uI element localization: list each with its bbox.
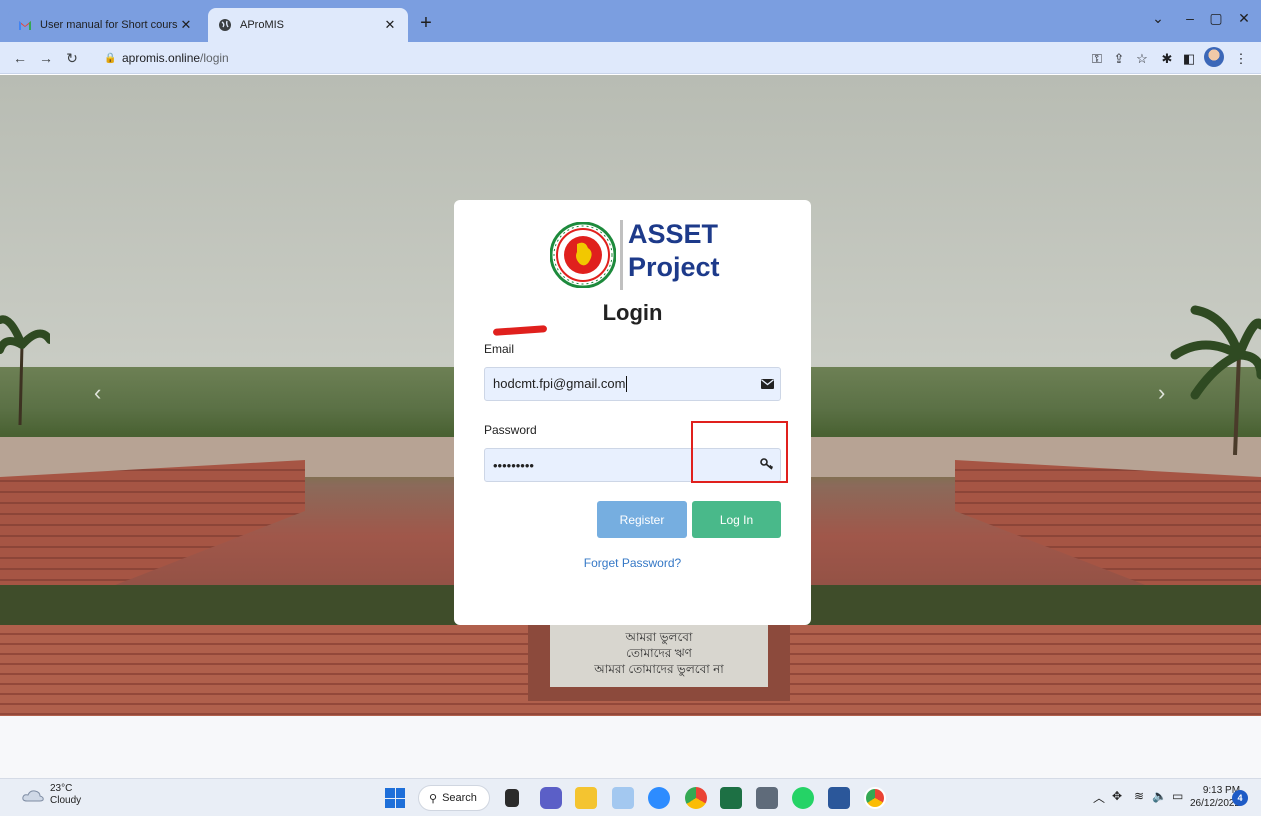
back-icon[interactable]: ← bbox=[10, 48, 30, 68]
tab-title: AProMIS bbox=[240, 19, 285, 31]
text-caret bbox=[626, 376, 628, 393]
share-icon[interactable]: ⇪ bbox=[1110, 50, 1128, 68]
carousel-next-icon[interactable]: › bbox=[1158, 380, 1165, 406]
email-value: hodcmt.fpi@gmail.com bbox=[493, 375, 626, 391]
dropbox-icon[interactable]: ✥ bbox=[1112, 789, 1122, 803]
logo-text-project: Project bbox=[628, 252, 720, 282]
excel-icon[interactable] bbox=[720, 787, 742, 809]
government-seal-icon bbox=[550, 222, 616, 288]
envelope-icon bbox=[754, 377, 780, 392]
page-title: Login bbox=[602, 300, 663, 325]
windows-start-icon[interactable] bbox=[385, 788, 405, 808]
show-hidden-icons-icon[interactable]: ︿ bbox=[1093, 789, 1105, 806]
gmail-icon bbox=[19, 21, 31, 30]
register-button[interactable]: Register bbox=[597, 501, 687, 538]
url-host: apromis.online bbox=[122, 51, 201, 65]
plaque-line: তোমাদের ঋণ bbox=[626, 646, 692, 660]
search-icon: ⚲ bbox=[429, 792, 438, 805]
volume-icon[interactable]: 🔈 bbox=[1152, 789, 1167, 803]
address-bar[interactable]: 🔒 apromis.online/login bbox=[96, 47, 1036, 69]
word-icon[interactable] bbox=[828, 787, 850, 809]
chrome-icon[interactable] bbox=[685, 787, 707, 809]
login-card: ASSET Project Login Email hodcmt.fpi@gma… bbox=[454, 200, 811, 625]
plaque-line: আমরা ভুলবো bbox=[625, 630, 693, 644]
chrome-profile-icon[interactable] bbox=[864, 787, 886, 809]
snipping-tool-icon[interactable] bbox=[612, 787, 634, 809]
calculator-icon[interactable] bbox=[756, 787, 778, 809]
notification-badge[interactable]: 4 bbox=[1232, 790, 1248, 806]
carousel-prev-icon[interactable]: ‹ bbox=[94, 380, 101, 406]
browser-toolbar: ← → ↻ 🔒 apromis.online/login ⚿ ⇪ ☆ ✱ ◧ ⋮ bbox=[0, 42, 1261, 74]
zoom-icon[interactable] bbox=[648, 787, 670, 809]
whatsapp-icon[interactable] bbox=[792, 787, 814, 809]
weather-desc: Cloudy bbox=[50, 795, 82, 806]
reload-icon[interactable]: ↻ bbox=[62, 48, 82, 68]
new-tab-button[interactable]: + bbox=[414, 12, 438, 36]
password-label: Password bbox=[484, 423, 537, 437]
plaque-line: আমরা তোমাদের ভুলবো না bbox=[594, 662, 724, 676]
side-panel-icon[interactable]: ◧ bbox=[1180, 50, 1198, 68]
file-explorer-icon[interactable] bbox=[575, 787, 597, 809]
extensions-icon[interactable]: ✱ bbox=[1158, 50, 1176, 68]
tree-left-image bbox=[0, 315, 50, 425]
forward-icon[interactable]: → bbox=[36, 48, 56, 68]
email-field[interactable]: hodcmt.fpi@gmail.com bbox=[484, 367, 781, 401]
windows-taskbar: 23°C Cloudy ⚲ Search ︿ ✥ ≋ 🔈 ▭ 9:13 PM 2… bbox=[0, 778, 1261, 816]
page-bottom-area bbox=[0, 716, 1261, 778]
close-tab-icon[interactable]: ✕ bbox=[178, 17, 194, 33]
search-label: Search bbox=[442, 792, 477, 804]
logo-text-asset: ASSET bbox=[628, 219, 719, 249]
browser-tab-strip: User manual for Short course Elig ✕ APro… bbox=[0, 0, 1261, 42]
weather-temp: 23°C bbox=[50, 783, 73, 794]
tab-user-manual[interactable]: User manual for Short course Elig ✕ bbox=[8, 8, 204, 42]
asset-project-logo: ASSET Project bbox=[550, 218, 730, 296]
minimize-button[interactable]: – bbox=[1176, 10, 1204, 26]
close-tab-icon[interactable]: ✕ bbox=[382, 17, 398, 33]
key-icon[interactable]: ⚿ bbox=[1088, 50, 1106, 68]
bookmark-star-icon[interactable]: ☆ bbox=[1133, 50, 1151, 68]
tab-search-icon[interactable]: ⌄ bbox=[1144, 10, 1172, 27]
restore-button[interactable]: ▢ bbox=[1202, 10, 1230, 27]
globe-icon bbox=[219, 19, 231, 31]
url-path: /login bbox=[200, 51, 229, 65]
taskbar-search[interactable]: ⚲ Search bbox=[418, 785, 490, 811]
cloud-icon bbox=[22, 790, 44, 802]
profile-avatar[interactable] bbox=[1204, 47, 1224, 67]
more-menu-icon[interactable]: ⋮ bbox=[1232, 50, 1250, 68]
task-view-icon[interactable] bbox=[505, 789, 519, 807]
weather-widget[interactable]: 23°C Cloudy bbox=[22, 783, 81, 807]
tab-title: User manual for Short course Elig bbox=[40, 19, 178, 31]
close-window-button[interactable]: ✕ bbox=[1230, 10, 1258, 27]
wifi-icon[interactable]: ≋ bbox=[1134, 789, 1144, 803]
battery-icon[interactable]: ▭ bbox=[1172, 789, 1183, 803]
chat-icon[interactable] bbox=[540, 787, 562, 809]
email-label: Email bbox=[484, 342, 515, 356]
palm-tree-image bbox=[1170, 305, 1261, 455]
lock-icon: 🔒 bbox=[104, 52, 117, 64]
forgot-password-link[interactable]: Forget Password? bbox=[454, 556, 811, 570]
tab-apromis[interactable]: AProMIS ✕ bbox=[208, 8, 408, 42]
annotation-highlight-box bbox=[691, 421, 788, 483]
login-button[interactable]: Log In bbox=[692, 501, 781, 538]
